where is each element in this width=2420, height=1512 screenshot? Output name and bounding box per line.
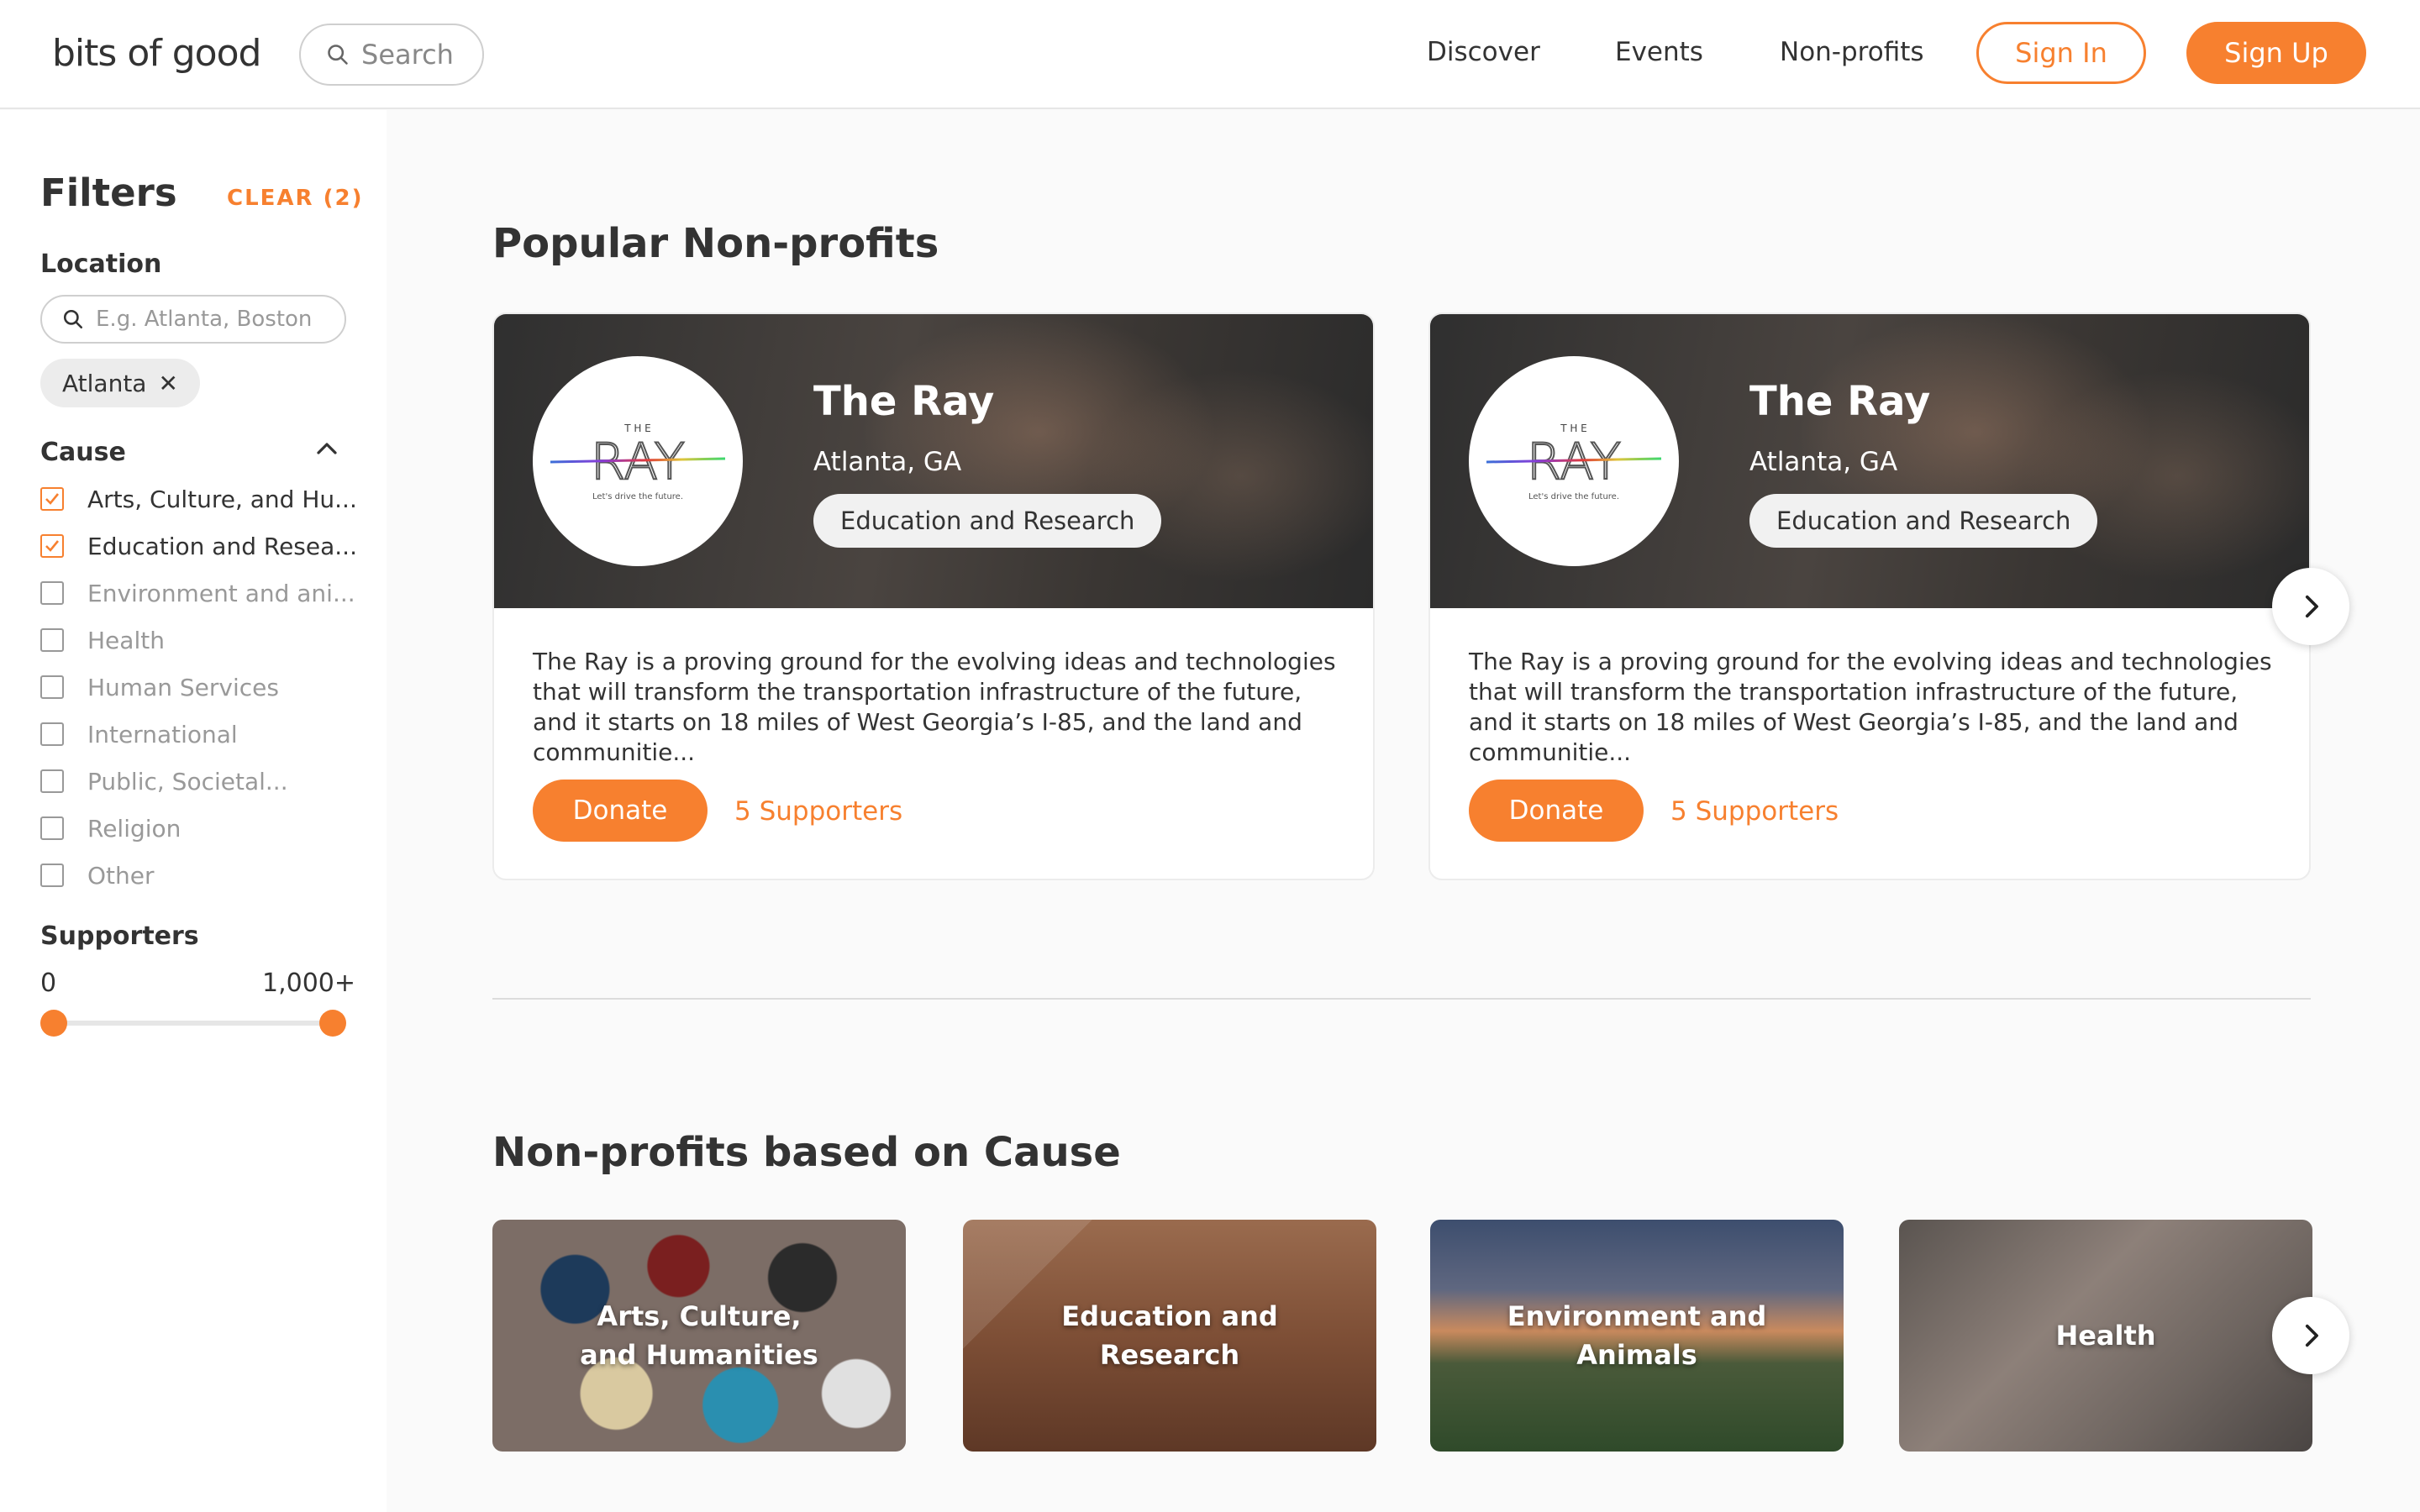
checkbox[interactable] bbox=[40, 675, 64, 699]
filters-title: Filters bbox=[40, 171, 177, 215]
cause-label: Arts, Culture, and Hu... bbox=[87, 485, 357, 513]
checkbox[interactable] bbox=[40, 864, 64, 887]
cause-tile-environment[interactable]: Environment and Animals bbox=[1430, 1220, 1844, 1452]
supporters-link[interactable]: 5 Supporters bbox=[1670, 796, 1839, 827]
nav-events[interactable]: Events bbox=[1615, 37, 1703, 67]
search-icon bbox=[63, 309, 83, 329]
cause-tile-label: Education and Research bbox=[1061, 1300, 1278, 1371]
cause-label: Human Services bbox=[87, 673, 279, 701]
chip-label: Atlanta bbox=[62, 369, 147, 397]
cause-label: Public, Societal... bbox=[87, 767, 288, 795]
clear-filters-button[interactable]: CLEAR (2) bbox=[227, 186, 363, 211]
nav-non-profits[interactable]: Non-profits bbox=[1780, 37, 1924, 67]
cause-tile-label: Arts, Culture, and Humanities bbox=[580, 1300, 818, 1371]
location-input[interactable]: E.g. Atlanta, Boston bbox=[40, 295, 346, 344]
location-title: Location bbox=[40, 249, 162, 279]
close-icon[interactable]: ✕ bbox=[158, 370, 177, 397]
cause-checkbox-row[interactable]: International bbox=[40, 717, 238, 751]
donate-button[interactable]: Donate bbox=[1469, 780, 1644, 842]
chevron-right-icon bbox=[2305, 595, 2318, 618]
filters-sidebar: Filters CLEAR (2) Location E.g. Atlanta,… bbox=[0, 110, 387, 1512]
card-location: Atlanta, GA bbox=[1749, 447, 1898, 477]
the-ray-logo: T H E RAY Let's drive the future. bbox=[550, 423, 726, 501]
checkbox-checked[interactable] bbox=[40, 534, 64, 558]
range-min-label: 0 bbox=[40, 969, 57, 998]
checkbox-checked[interactable] bbox=[40, 487, 64, 511]
checkmark-icon bbox=[45, 540, 60, 552]
the-ray-logo: T H E RAY Let's drive the future. bbox=[1486, 423, 1662, 501]
cause-label: Other bbox=[87, 861, 155, 890]
cause-checkbox-row[interactable]: Public, Societal... bbox=[40, 764, 288, 798]
cause-label: Religion bbox=[87, 814, 182, 843]
chevron-up-icon[interactable] bbox=[314, 436, 339, 461]
cause-checkbox-row[interactable]: Religion bbox=[40, 811, 181, 845]
card-title[interactable]: The Ray bbox=[1749, 378, 1930, 425]
location-placeholder: E.g. Atlanta, Boston bbox=[96, 307, 313, 332]
cause-tag: Education and Research bbox=[813, 494, 1162, 548]
cause-tile-label: Environment and Animals bbox=[1507, 1300, 1767, 1371]
org-logo: T H E RAY Let's drive the future. bbox=[533, 356, 743, 566]
checkmark-icon bbox=[45, 493, 60, 505]
card-title[interactable]: The Ray bbox=[813, 378, 994, 425]
search-bar[interactable]: Search bbox=[299, 24, 484, 86]
cause-section-title: Non-profits based on Cause bbox=[492, 1129, 1121, 1176]
checkbox[interactable] bbox=[40, 581, 64, 605]
nav-discover[interactable]: Discover bbox=[1427, 37, 1540, 67]
range-max-label: 1,000+ bbox=[262, 969, 356, 998]
supporters-link[interactable]: 5 Supporters bbox=[734, 796, 902, 827]
checkbox[interactable] bbox=[40, 816, 64, 840]
svg-text:Let's drive the future.: Let's drive the future. bbox=[1528, 492, 1619, 501]
org-logo: T H E RAY Let's drive the future. bbox=[1469, 356, 1679, 566]
cause-checkbox-row[interactable]: Health bbox=[40, 623, 165, 657]
search-icon bbox=[328, 45, 348, 65]
cause-title: Cause bbox=[40, 438, 126, 467]
cause-checkbox-row[interactable]: Human Services bbox=[40, 670, 279, 704]
cause-label: Environment and ani... bbox=[87, 579, 355, 607]
chevron-right-icon bbox=[2305, 1324, 2318, 1347]
checkbox[interactable] bbox=[40, 722, 64, 746]
svg-text:Let's drive the future.: Let's drive the future. bbox=[592, 492, 683, 501]
cause-checkbox-row[interactable]: Environment and ani... bbox=[40, 576, 355, 610]
cause-label: International bbox=[87, 720, 238, 748]
cause-tile-education[interactable]: Education and Research bbox=[963, 1220, 1376, 1452]
nonprofit-card[interactable]: T H E RAY Let's drive the future. The Ra… bbox=[1428, 312, 2311, 880]
card-description: The Ray is a proving ground for the evol… bbox=[1469, 648, 2272, 766]
cause-checkbox-row[interactable]: Other bbox=[40, 858, 155, 892]
cause-checkbox-row[interactable]: Arts, Culture, and Hu... bbox=[40, 482, 357, 516]
cause-tag: Education and Research bbox=[1749, 494, 2098, 548]
cause-tile-arts[interactable]: Arts, Culture, and Humanities bbox=[492, 1220, 906, 1452]
supporters-title: Supporters bbox=[40, 921, 199, 951]
sign-up-button[interactable]: Sign Up bbox=[2186, 22, 2366, 84]
search-placeholder: Search bbox=[361, 39, 454, 71]
logo[interactable]: bits of good bbox=[52, 32, 261, 75]
cause-carousel-next-button[interactable] bbox=[2272, 1297, 2349, 1374]
sign-in-button[interactable]: Sign In bbox=[1976, 22, 2146, 84]
cause-label: Health bbox=[87, 626, 165, 654]
checkbox[interactable] bbox=[40, 769, 64, 793]
checkbox[interactable] bbox=[40, 628, 64, 652]
cause-checkbox-row[interactable]: Education and Resea... bbox=[40, 529, 357, 563]
carousel-next-button[interactable] bbox=[2272, 568, 2349, 645]
nonprofit-card[interactable]: T H E RAY Let's drive the future. The Ra… bbox=[492, 312, 1375, 880]
slider-handle-max[interactable] bbox=[319, 1010, 346, 1037]
cause-tile-health[interactable]: Health bbox=[1899, 1220, 2312, 1452]
cause-label: Education and Resea... bbox=[87, 532, 357, 560]
card-location: Atlanta, GA bbox=[813, 447, 962, 477]
section-divider bbox=[492, 998, 2311, 1000]
supporters-slider-track[interactable] bbox=[52, 1021, 333, 1026]
slider-handle-min[interactable] bbox=[40, 1010, 67, 1037]
popular-section-title: Popular Non-profits bbox=[492, 220, 939, 267]
donate-button[interactable]: Donate bbox=[533, 780, 708, 842]
cause-tile-label: Health bbox=[2055, 1320, 2156, 1352]
top-header: bits of good Search Discover Events Non-… bbox=[0, 0, 2420, 109]
card-description: The Ray is a proving ground for the evol… bbox=[533, 648, 1336, 766]
location-chip[interactable]: Atlanta ✕ bbox=[40, 359, 200, 407]
